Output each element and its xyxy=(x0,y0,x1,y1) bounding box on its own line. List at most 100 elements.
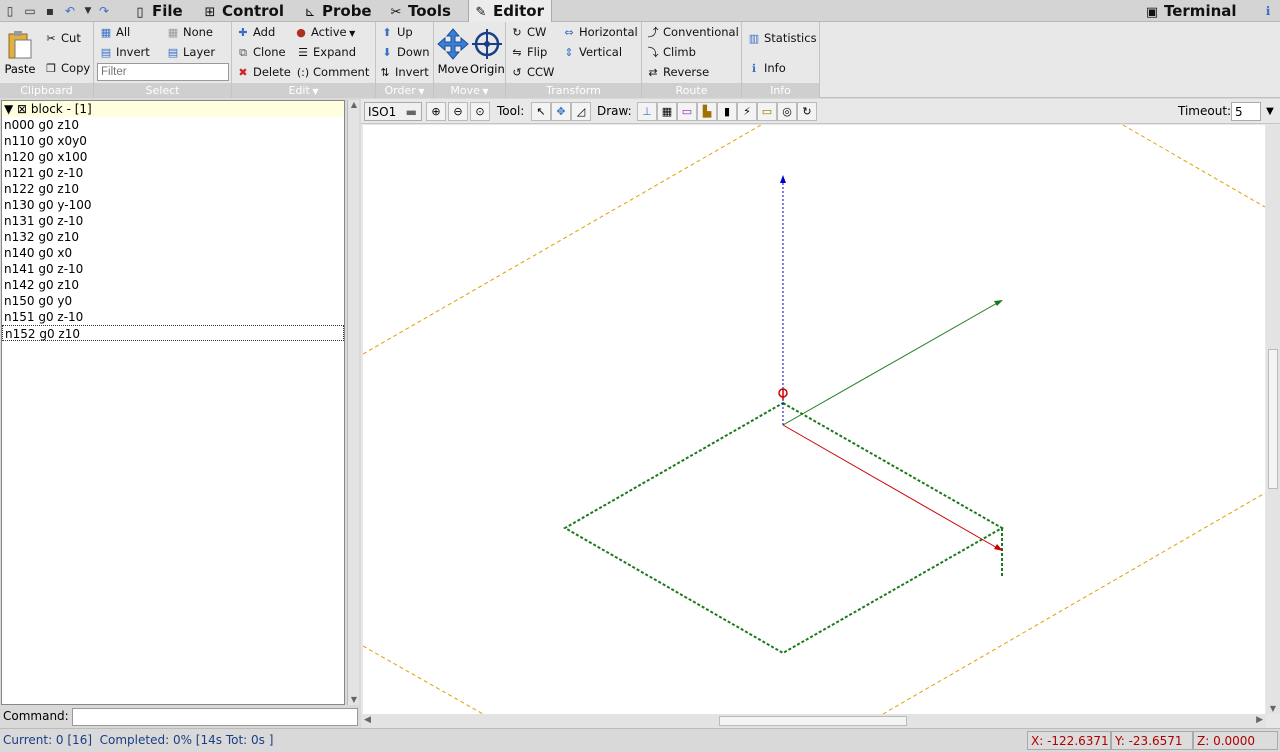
refresh-icon[interactable]: ↻ xyxy=(797,102,817,121)
statistics-button[interactable]: ▥ Statistics xyxy=(747,30,817,47)
scroll-up-icon[interactable]: ▲ xyxy=(349,100,359,110)
gcode-line[interactable]: n000 g0 z10 xyxy=(2,117,344,133)
ruler-tool-icon[interactable]: ◿ xyxy=(571,102,591,121)
canvas-scroll-down-icon[interactable]: ▼ xyxy=(1268,704,1278,714)
workarea-icon[interactable]: ▮ xyxy=(717,102,737,121)
save-icon[interactable]: ▪ xyxy=(42,3,58,19)
expand-button[interactable]: ☰ Expand xyxy=(296,44,356,61)
select-tool-icon[interactable]: ↖ xyxy=(531,102,551,121)
filter-input[interactable] xyxy=(97,63,229,81)
zoom-fit-icon[interactable]: ⊙ xyxy=(470,102,490,121)
rapid-icon[interactable]: ⚡ xyxy=(737,102,757,121)
gcode-line[interactable]: n110 g0 x0y0 xyxy=(2,133,344,149)
margins-icon[interactable]: ▭ xyxy=(677,102,697,121)
origin-label: Origin xyxy=(470,62,505,76)
tab-tools[interactable]: ✂ Tools xyxy=(384,0,462,22)
origin-button[interactable]: Origin xyxy=(470,28,505,76)
zoom-in-icon[interactable]: ⊕ xyxy=(426,102,446,121)
clone-button[interactable]: ⧉ Clone xyxy=(236,44,286,61)
gcode-line[interactable]: n150 g0 y0 xyxy=(2,293,344,309)
cut-icon: ✂ xyxy=(46,32,56,45)
order-invert-button[interactable]: ⇅ Invert xyxy=(378,64,428,81)
reverse-icon: ⇄ xyxy=(648,66,658,79)
order-group-label[interactable]: Order ▼ xyxy=(376,83,433,98)
up-button[interactable]: ⬆ Up xyxy=(380,24,412,41)
tree-scrollbar[interactable]: ▲ ▼ xyxy=(347,100,359,705)
gcode-line[interactable]: n132 g0 z10 xyxy=(2,229,344,245)
info-button[interactable]: ℹ Info xyxy=(747,60,786,77)
gcode-line[interactable]: n121 g0 z-10 xyxy=(2,165,344,181)
help-icon[interactable]: ℹ xyxy=(1260,3,1276,19)
paste-button[interactable]: Paste xyxy=(2,30,38,76)
canvas-vscrollbar[interactable]: ▼ xyxy=(1266,125,1280,714)
gcode-line[interactable]: n120 g0 x100 xyxy=(2,149,344,165)
block-header[interactable]: ▼ ⊠ block - [1] xyxy=(2,101,344,117)
canvas-vscroll-thumb[interactable] xyxy=(1268,349,1278,489)
move-group-label[interactable]: Move ▼ xyxy=(434,83,505,98)
clipboard-group-label: Clipboard xyxy=(0,83,93,98)
comment-button[interactable]: (:) Comment xyxy=(296,64,370,81)
ccw-button[interactable]: ↺ CCW xyxy=(510,64,554,81)
select-invert-button[interactable]: ▤ Invert xyxy=(99,44,150,61)
canvas-hscrollbar[interactable]: ◀ ▶ xyxy=(361,714,1266,728)
canvas-hscroll-thumb[interactable] xyxy=(719,716,907,726)
gcode-line[interactable]: n131 g0 z-10 xyxy=(2,213,344,229)
axes-icon[interactable]: ⊥ xyxy=(637,102,657,121)
gcode-line[interactable]: n142 g0 z10 xyxy=(2,277,344,293)
dropdown-icon[interactable]: ▼ xyxy=(80,3,96,19)
undo-icon[interactable]: ↶ xyxy=(62,3,78,19)
down-button[interactable]: ⬇ Down xyxy=(380,44,430,61)
canvas-scroll-left-icon[interactable]: ◀ xyxy=(364,715,371,725)
grid-icon[interactable]: ▦ xyxy=(657,102,677,121)
gcode-line[interactable]: n140 g0 x0 xyxy=(2,245,344,261)
tab-control[interactable]: ⊞ Control xyxy=(198,0,288,22)
tab-terminal[interactable]: ▣ Terminal xyxy=(1140,0,1244,22)
gcode-line[interactable]: n130 g0 y-100 xyxy=(2,197,344,213)
select-all-icon: ▦ xyxy=(100,26,112,39)
add-button[interactable]: ✚ Add xyxy=(236,24,275,41)
climb-button[interactable]: ⤵ Climb xyxy=(646,44,696,61)
copy-button[interactable]: ❐ Copy xyxy=(44,60,90,77)
view-dropdown-icon: ▬ xyxy=(405,105,417,119)
view-select[interactable]: ISO1 ▬ xyxy=(364,102,422,121)
select-all-button[interactable]: ▦ All xyxy=(99,24,130,41)
zoom-out-icon[interactable]: ⊖ xyxy=(448,102,468,121)
gcode-tree[interactable]: ▼ ⊠ block - [1] n000 g0 z10 n110 g0 x0y0 n… xyxy=(1,100,345,705)
gcode-canvas[interactable] xyxy=(362,124,1266,715)
timeout-input[interactable]: 5 xyxy=(1231,102,1261,121)
tab-probe[interactable]: ⊾ Probe xyxy=(298,0,378,22)
cw-button[interactable]: ↻ CW xyxy=(510,24,546,41)
tab-editor[interactable]: ✎ Editor xyxy=(468,0,552,22)
probe-draw-icon[interactable]: ▙ xyxy=(697,102,717,121)
gcode-line[interactable]: n141 g0 z-10 xyxy=(2,261,344,277)
scroll-down-icon[interactable]: ▼ xyxy=(349,695,359,705)
active-button[interactable]: ● Active ▼ xyxy=(294,24,355,42)
select-layer-button[interactable]: ▤ Layer xyxy=(166,44,215,61)
tab-file[interactable]: ▯ File xyxy=(128,0,196,22)
vertical-button[interactable]: ⇕ Vertical xyxy=(562,44,622,61)
active-label: Active xyxy=(311,25,347,39)
conventional-button[interactable]: ⤴ Conventional xyxy=(646,24,739,41)
delete-button[interactable]: ✖ Delete xyxy=(236,64,290,81)
canvas-scroll-right-icon[interactable]: ▶ xyxy=(1256,715,1263,725)
gcode-line[interactable]: n152 g0 z10 xyxy=(2,325,344,341)
redo-icon[interactable]: ↷ xyxy=(96,3,112,19)
gcode-line[interactable]: n151 g0 z-10 xyxy=(2,309,344,325)
cut-button[interactable]: ✂ Cut xyxy=(44,30,80,47)
flip-button[interactable]: ⇋ Flip xyxy=(510,44,547,61)
new-icon[interactable]: ▯ xyxy=(2,3,18,19)
timeout-dropdown-icon[interactable]: ▼ xyxy=(1263,102,1277,121)
horizontal-button[interactable]: ⇔ Horizontal xyxy=(562,24,637,41)
select-none-button[interactable]: ▦ None xyxy=(166,24,213,41)
pan-tool-icon[interactable]: ✥ xyxy=(551,102,571,121)
command-input[interactable] xyxy=(72,708,358,726)
open-icon[interactable]: ▭ xyxy=(22,3,38,19)
reverse-button[interactable]: ⇄ Reverse xyxy=(646,64,709,81)
edit-group-label[interactable]: Edit ▼ xyxy=(232,83,375,98)
down-label: Down xyxy=(397,45,430,59)
camera-icon[interactable]: ◎ xyxy=(777,102,797,121)
gcode-line[interactable]: n122 g0 z10 xyxy=(2,181,344,197)
box-icon[interactable]: ▭ xyxy=(757,102,777,121)
draw-label: Draw: xyxy=(597,104,632,118)
move-button[interactable]: Move xyxy=(436,28,470,76)
